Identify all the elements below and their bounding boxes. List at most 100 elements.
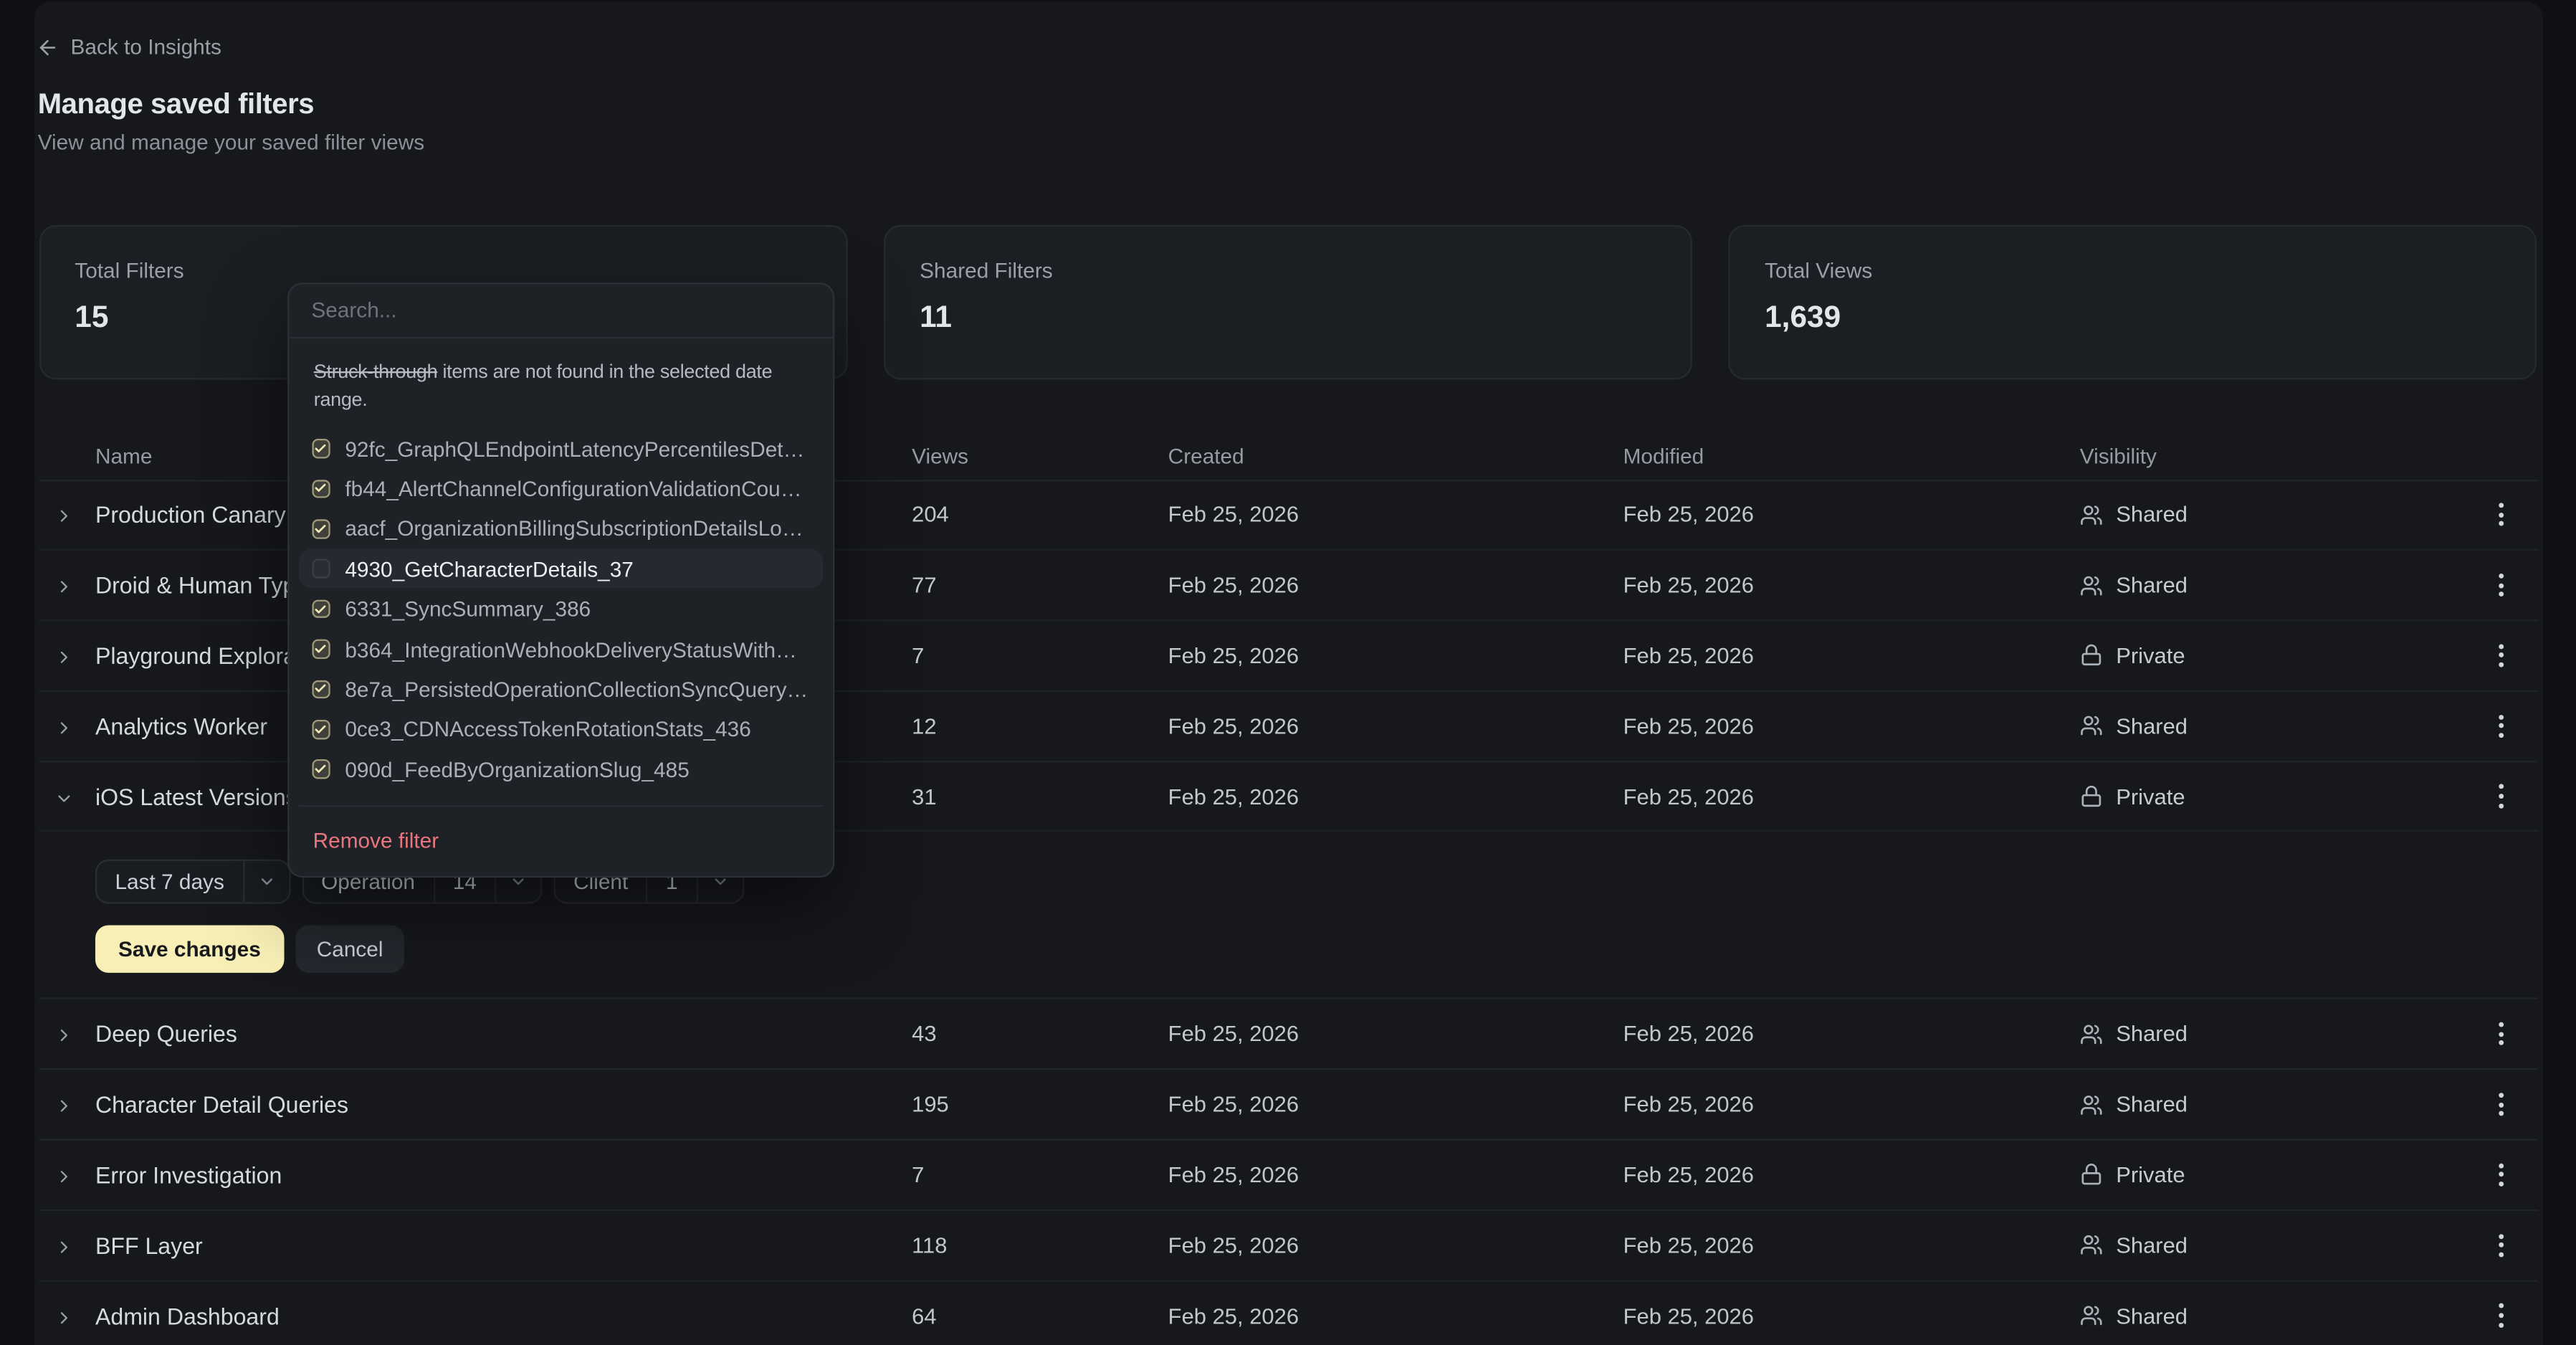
row-expander-chevron-icon[interactable] (53, 576, 73, 596)
item-checkbox[interactable] (311, 760, 330, 779)
shared-users-icon (2080, 1304, 2103, 1327)
item-label: 8e7a_PersistedOperationCollectionSyncQue… (345, 677, 810, 701)
row-visibility: Private (2080, 784, 2185, 809)
row-menu-kebab-icon[interactable] (2486, 1301, 2515, 1330)
row-expander-chevron-icon[interactable] (53, 1095, 73, 1115)
column-header-modified: Modified (1623, 443, 1704, 467)
row-views: 7 (912, 1163, 924, 1187)
stat-value: 11 (920, 299, 1656, 335)
remove-filter-button[interactable]: Remove filter (298, 807, 823, 875)
row-name: Error Investigation (95, 1161, 282, 1188)
item-checkbox[interactable] (311, 640, 330, 658)
item-label: 4930_GetCharacterDetails_37 (345, 556, 634, 581)
row-menu-kebab-icon[interactable] (2486, 781, 2515, 811)
row-name: Production Canary (95, 502, 286, 528)
row-visibility: Shared (2080, 1092, 2188, 1116)
table-row[interactable]: Admin Dashboard 64 Feb 25, 2026 Feb 25, … (39, 1281, 2537, 1345)
filter-chip[interactable]: Last 7 days (95, 860, 290, 905)
item-checkbox[interactable] (311, 439, 330, 458)
row-modified: Feb 25, 2026 (1623, 1233, 1754, 1258)
row-created: Feb 25, 2026 (1168, 1092, 1299, 1116)
row-expander-chevron-icon[interactable] (53, 1025, 73, 1045)
row-expander-chevron-icon[interactable] (53, 646, 73, 666)
row-name: iOS Latest Versions (95, 783, 297, 809)
row-modified: Feb 25, 2026 (1623, 713, 1754, 738)
dropdown-item[interactable]: 92fc_GraphQLEndpointLatencyPercentilesDe… (298, 429, 823, 469)
filter-items-dropdown: Struck-through items are not found in th… (287, 282, 834, 877)
back-label: Back to Insights (71, 34, 221, 59)
dropdown-item[interactable]: 090d_FeedByOrganizationSlug_485 (298, 749, 823, 789)
row-expander-chevron-icon[interactable] (53, 505, 73, 526)
row-name: Character Detail Queries (95, 1091, 348, 1118)
row-menu-kebab-icon[interactable] (2486, 711, 2515, 741)
shared-users-icon (2080, 1093, 2103, 1116)
row-modified: Feb 25, 2026 (1623, 1022, 1754, 1046)
stat-card-total-views: Total Views 1,639 (1729, 225, 2537, 379)
shared-users-icon (2080, 715, 2103, 738)
row-menu-kebab-icon[interactable] (2486, 500, 2515, 530)
row-visibility-label: Private (2116, 1163, 2185, 1187)
table-row[interactable]: Error Investigation 7 Feb 25, 2026 Feb 2… (39, 1141, 2537, 1211)
row-menu-kebab-icon[interactable] (2486, 641, 2515, 670)
row-expander-chevron-icon[interactable] (53, 1306, 73, 1326)
item-checkbox[interactable] (311, 720, 330, 738)
row-expander-chevron-icon[interactable] (53, 1235, 73, 1255)
dropdown-item[interactable]: aacf_OrganizationBillingSubscriptionDeta… (298, 509, 823, 549)
item-checkbox[interactable] (311, 599, 330, 618)
cancel-button[interactable]: Cancel (295, 926, 404, 973)
row-visibility-label: Shared (2116, 1303, 2188, 1328)
row-modified: Feb 25, 2026 (1623, 573, 1754, 597)
row-visibility: Shared (2080, 573, 2188, 597)
dropdown-item[interactable]: 6331_SyncSummary_386 (298, 589, 823, 629)
dropdown-item-list: 92fc_GraphQLEndpointLatencyPercentilesDe… (298, 429, 823, 789)
item-label: 6331_SyncSummary_386 (345, 597, 591, 621)
chevron-down-icon (242, 861, 288, 903)
row-visibility-label: Shared (2116, 503, 2188, 527)
stat-value: 1,639 (1765, 299, 2501, 335)
dropdown-item[interactable]: fb44_AlertChannelConfigurationValidation… (298, 469, 823, 509)
row-views: 204 (912, 503, 949, 527)
row-expander-chevron-icon[interactable] (53, 716, 73, 736)
row-created: Feb 25, 2026 (1168, 503, 1299, 527)
dropdown-item[interactable]: 8e7a_PersistedOperationCollectionSyncQue… (298, 669, 823, 709)
page-title: Manage saved filters (38, 87, 314, 121)
row-visibility: Shared (2080, 1022, 2188, 1046)
table-row[interactable]: Deep Queries 43 Feb 25, 2026 Feb 25, 202… (39, 1000, 2537, 1070)
arrow-left-icon (36, 35, 59, 58)
row-visibility-label: Shared (2116, 1092, 2188, 1116)
item-checkbox[interactable] (311, 680, 330, 698)
check-icon (314, 523, 327, 536)
check-icon (314, 442, 327, 455)
row-visibility-label: Shared (2116, 1022, 2188, 1046)
row-modified: Feb 25, 2026 (1623, 1163, 1754, 1187)
item-checkbox[interactable] (311, 559, 330, 578)
search-input[interactable] (288, 298, 833, 322)
column-header-created: Created (1168, 443, 1244, 467)
row-visibility: Shared (2080, 1303, 2188, 1328)
table-row[interactable]: Character Detail Queries 195 Feb 25, 202… (39, 1070, 2537, 1141)
item-checkbox[interactable] (311, 480, 330, 498)
row-name: Admin Dashboard (95, 1303, 280, 1329)
dropdown-item[interactable]: b364_IntegrationWebhookDeliveryStatusWit… (298, 629, 823, 669)
item-checkbox[interactable] (311, 520, 330, 538)
row-created: Feb 25, 2026 (1168, 784, 1299, 809)
table-row[interactable]: BFF Layer 118 Feb 25, 2026 Feb 25, 2026 … (39, 1211, 2537, 1281)
dropdown-item[interactable]: 4930_GetCharacterDetails_37 (298, 549, 823, 589)
row-menu-kebab-icon[interactable] (2486, 1230, 2515, 1260)
row-name: Deep Queries (95, 1021, 237, 1047)
row-menu-kebab-icon[interactable] (2486, 571, 2515, 600)
row-expander-chevron-icon[interactable] (53, 786, 73, 807)
row-menu-kebab-icon[interactable] (2486, 1020, 2515, 1049)
row-menu-kebab-icon[interactable] (2486, 1090, 2515, 1119)
back-to-insights-link[interactable]: Back to Insights (36, 34, 221, 59)
row-views: 118 (912, 1233, 947, 1258)
row-visibility: Private (2080, 643, 2185, 667)
row-expander-chevron-icon[interactable] (53, 1165, 73, 1185)
row-created: Feb 25, 2026 (1168, 573, 1299, 597)
row-menu-kebab-icon[interactable] (2486, 1160, 2515, 1189)
dropdown-item[interactable]: 0ce3_CDNAccessTokenRotationStats_436 (298, 709, 823, 749)
save-changes-button[interactable]: Save changes (95, 926, 284, 973)
item-label: aacf_OrganizationBillingSubscriptionDeta… (345, 517, 810, 541)
check-icon (314, 763, 327, 776)
row-views: 7 (912, 643, 924, 667)
